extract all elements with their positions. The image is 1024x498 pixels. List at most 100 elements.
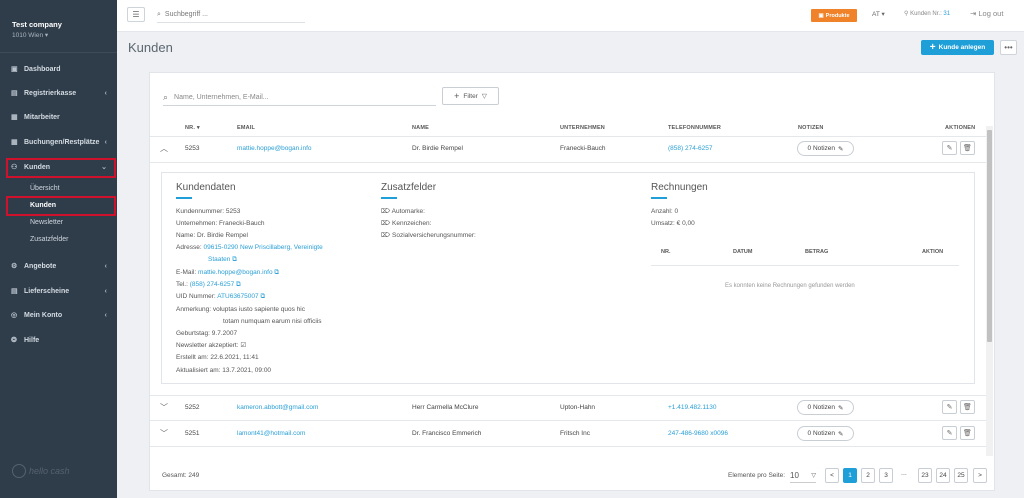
sidebar-subitem-zusatzfelder[interactable]: Zusatzfelder [0,231,117,247]
customer-number-label: Kunden Nr.: [910,11,942,17]
detail-label: Unternehmen: [176,220,218,227]
detail-value: Dr. Birdie Rempel [196,232,248,239]
sidebar-item-dashboard[interactable]: ▣ Dashboard [0,59,117,79]
address-link[interactable]: 09615-0290 New Priscillaberg, Vereinigte [203,244,322,251]
pagination-page-23[interactable]: 23 [918,468,932,483]
customer-detail-panel: Kundendaten Kundennummer: 5253 Unternehm… [161,172,975,384]
notes-button[interactable]: 0 Notizen ✎ [797,400,854,415]
funnel-icon: ▽ [481,93,487,100]
sidebar-item-lieferscheine[interactable]: ▤ Lieferscheine ‹ [0,281,117,301]
uid-link[interactable]: ATU63675007 [217,293,258,300]
sidebar-item-label: Buchungen/Restplätze [24,138,100,146]
detail-value: 5253 [225,208,241,215]
edit-button[interactable]: ✎ [942,426,957,440]
pagination-prev[interactable]: < [825,468,839,483]
add-customer-button[interactable]: + Kunde anlegen [921,40,994,55]
invoice-header-amount: BETRAG [805,249,829,255]
global-search-input[interactable]: ⌕ Suchbegriff ... [157,7,305,23]
cell-phone[interactable]: 247-486-9680 x0096 [668,430,728,437]
sidebar-item-hilfe[interactable]: ❂ Hilfe [0,330,117,350]
menu-toggle-button[interactable]: ☰ [127,7,145,22]
sidebar-item-registrierkasse[interactable]: ▤ Registrierkasse ‹ [0,83,117,103]
section-title-rechnungen: Rechnungen [651,182,708,193]
filter-button[interactable]: + Filter ▽ [442,87,499,105]
sidebar-item-label: Dashboard [24,65,61,73]
detail-customer-number: Kundennummer: 5253 [176,208,240,216]
pagination-page-24[interactable]: 24 [936,468,950,483]
sidebar-item-angebote[interactable]: ⚙ Angebote ‹ [0,256,117,276]
divider [150,420,986,421]
section-underline [651,197,667,199]
pagination-page-25[interactable]: 25 [954,468,968,483]
per-page-select[interactable]: 10 ▽ [790,469,816,483]
notes-label: 0 Notizen [807,430,835,437]
column-header-email: EMAIL [237,125,256,131]
notes-button[interactable]: 0 Notizen ✎ [797,426,854,441]
cell-company: Upton-Hahn [560,404,596,411]
company-selector[interactable]: Test company 1010 Wien ▾ [0,0,117,53]
tag-icon: ⌦ [381,208,392,215]
table-scrollbar[interactable] [986,126,993,456]
external-link-icon[interactable]: ⧉ [236,281,241,288]
chevron-down-icon[interactable]: ﹀ [160,428,168,439]
sidebar-item-label: Lieferscheine [24,287,70,295]
sidebar-item-mitarbeiter[interactable]: ▦ Mitarbeiter [0,107,117,127]
delete-button[interactable]: 🗑 [960,426,975,440]
external-link-icon[interactable]: ⧉ [260,293,265,300]
detail-label: Anmerkung: [176,306,212,313]
customer-search-input[interactable]: ⌕ Name, Unternehmen, E-Mail... [163,89,436,106]
address-link[interactable]: Staaten [208,256,230,263]
scrollbar-thumb[interactable] [987,130,992,342]
logout-link[interactable]: ⇥ Log out [970,9,1003,18]
edit-button[interactable]: ✎ [942,141,957,155]
detail-value: 22.6.2021, 11:41 [210,354,259,361]
divider [651,265,959,266]
detail-birthday: Geburtstag: 9.7.2007 [176,330,237,338]
column-header-nr[interactable]: NR. ▾ [185,125,200,131]
pagination-page-3[interactable]: 3 [879,468,893,483]
more-options-button[interactable]: ••• [1000,40,1017,55]
sidebar-item-mein-konto[interactable]: ◎ Mein Konto ‹ [0,305,117,325]
customer-number: ⚲ Kunden Nr.: 31 [904,10,950,17]
sidebar-subitem-newsletter[interactable]: Newsletter [0,214,117,230]
cell-email[interactable]: lamont41@hotmail.com [237,430,305,437]
help-icon: ❂ [11,337,17,344]
chevron-left-icon: ‹ [104,89,107,97]
pagination-page-1[interactable]: 1 [843,468,857,483]
checkbox-checked-icon: ☑ [240,342,247,349]
detail-value: 0 [674,208,679,215]
cell-phone[interactable]: (858) 274-6257 [668,145,712,152]
phone-link[interactable]: (858) 274-6257 [190,281,234,288]
highlight-kunden-menu [6,158,116,178]
box-icon: ▣ [818,12,824,19]
pagination-page-2[interactable]: 2 [861,468,875,483]
cell-company: Fritsch Inc [560,430,590,437]
total-count: Gesamt: 249 [162,472,200,479]
email-link[interactable]: mattie.hoppe@bogan.info [198,269,273,276]
chevron-down-icon[interactable]: ﹀ [160,402,168,413]
trash-icon: 🗑 [963,430,972,437]
external-link-icon[interactable]: ⧉ [232,256,237,263]
external-link-icon[interactable]: ⧉ [274,269,279,276]
sidebar-subitem-uebersicht[interactable]: Übersicht [0,180,117,196]
detail-label: Name: [176,232,196,239]
cell-phone[interactable]: +1.419.482.1130 [668,404,717,411]
products-button[interactable]: ▣ Produkte [811,9,857,22]
company-location[interactable]: 1010 Wien ▾ [12,31,105,39]
cell-email[interactable]: mattie.hoppe@bogan.info [237,145,312,152]
pagination-next[interactable]: > [973,468,987,483]
delete-button[interactable]: 🗑 [960,400,975,414]
edit-note-icon: ✎ [838,430,844,438]
cell-email[interactable]: kameron.abbott@gmail.com [237,404,318,411]
chevron-up-icon[interactable]: ︿ [160,143,168,154]
sidebar-item-buchungen[interactable]: ▦ Buchungen/Restplätze ‹ [0,132,117,152]
language-selector[interactable]: AT ▾ [872,10,885,18]
edit-button[interactable]: ✎ [942,400,957,414]
sidebar-item-label: Angebote [24,262,57,270]
sidebar-item-label: Mein Konto [24,311,63,319]
delete-button[interactable]: 🗑 [960,141,975,155]
employee-icon: ▦ [11,114,18,121]
column-header-company: UNTERNEHMEN [560,125,605,131]
delivery-note-icon: ▤ [11,288,18,295]
notes-button[interactable]: 0 Notizen ✎ [797,141,854,156]
